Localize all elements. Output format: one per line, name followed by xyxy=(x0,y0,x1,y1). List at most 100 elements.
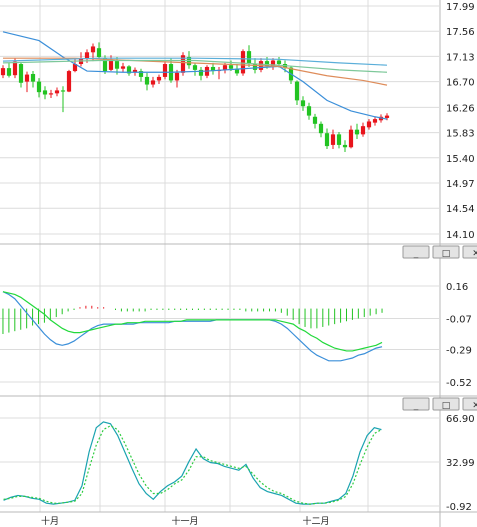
candle xyxy=(324,128,330,150)
y-tick-price-0: 17.99 xyxy=(446,2,475,13)
candle xyxy=(318,121,324,138)
stock-chart: 17.99 17.56 17.13 16.70 16.26 15.83 15.40 14.97… xyxy=(0,0,477,527)
candle xyxy=(306,102,312,120)
candle xyxy=(198,66,204,81)
candle-body xyxy=(312,116,318,124)
close-icon: ✕ xyxy=(472,249,477,259)
candle xyxy=(18,62,24,88)
candle-body xyxy=(366,121,372,128)
kd-panel xyxy=(3,421,382,505)
candle xyxy=(144,72,150,91)
x-tick-label-2: 十二月 xyxy=(302,515,329,527)
candle-body xyxy=(294,81,300,101)
panel0-maximize-button[interactable]: □ xyxy=(432,245,460,259)
candle xyxy=(150,76,156,88)
candle-body xyxy=(114,61,120,69)
close-icon: ✕ xyxy=(472,401,477,411)
candle xyxy=(66,69,72,93)
candle-body xyxy=(6,68,12,76)
candle-body xyxy=(372,119,378,123)
y-tick-price-4: 16.26 xyxy=(446,103,475,114)
candle-body xyxy=(384,115,390,118)
candle-body xyxy=(54,90,60,94)
candle-body xyxy=(240,51,246,74)
candle xyxy=(234,64,240,76)
candle xyxy=(216,66,222,80)
axis-labels: 17.99 17.56 17.13 16.70 16.26 15.83 15.40 14.97… xyxy=(41,2,475,527)
candle-body xyxy=(306,106,312,116)
candle-body xyxy=(330,134,336,145)
candle xyxy=(54,87,60,97)
candle xyxy=(270,58,276,70)
candle-body xyxy=(228,65,234,69)
candle-body xyxy=(174,72,180,81)
panel1-close-button[interactable]: ✕ xyxy=(462,397,477,411)
y-tick-price-8: 14.54 xyxy=(446,204,475,215)
candle xyxy=(0,65,6,79)
y-tick-kd-1: 32.99 xyxy=(446,458,475,469)
candle-body xyxy=(336,134,342,145)
candle-body xyxy=(48,93,54,95)
candle xyxy=(300,96,306,111)
candle xyxy=(162,61,168,80)
candle-body xyxy=(162,64,168,77)
y-tick-kd-0: 66.90 xyxy=(446,414,475,425)
y-tick-price-1: 17.56 xyxy=(446,27,475,38)
candle-body xyxy=(42,90,48,95)
candle xyxy=(294,80,300,106)
candle-body xyxy=(144,76,150,85)
y-tick-macd-2: -0.29 xyxy=(446,346,472,357)
y-tick-price-7: 14.97 xyxy=(446,179,475,190)
y-tick-price-3: 16.70 xyxy=(446,78,475,89)
chart-grid xyxy=(0,0,477,527)
panel0-close-button[interactable]: ✕ xyxy=(462,245,477,259)
x-tick-label-1: 十一月 xyxy=(171,515,198,527)
y-tick-price-9: 14.10 xyxy=(446,230,475,241)
candle-body xyxy=(0,68,6,76)
panel1-maximize-button[interactable]: □ xyxy=(432,397,460,411)
candle-body xyxy=(192,65,198,70)
candle xyxy=(210,62,216,75)
candle-body xyxy=(156,76,162,81)
y-tick-macd-3: -0.52 xyxy=(446,378,472,389)
candle-body xyxy=(36,81,42,93)
candle xyxy=(60,86,66,113)
candle xyxy=(30,71,36,88)
candle-body xyxy=(276,60,282,65)
candle-body xyxy=(150,80,156,85)
candle-body xyxy=(246,51,252,65)
candle-body xyxy=(18,64,24,83)
candle xyxy=(360,122,366,137)
candle xyxy=(6,62,12,78)
macd-panel xyxy=(2,291,383,362)
candle-body xyxy=(66,71,72,92)
candle xyxy=(42,86,48,100)
candle xyxy=(354,123,360,140)
candle-body xyxy=(348,129,354,148)
candle-body xyxy=(300,100,306,107)
panel1-minimize-button[interactable]: _ xyxy=(402,397,430,411)
y-tick-macd-0: 0.16 xyxy=(446,282,468,293)
x-tick-label-0: 十月 xyxy=(41,515,59,527)
candle-body xyxy=(24,74,30,82)
candle xyxy=(138,68,144,82)
y-tick-macd-1: -0.07 xyxy=(446,314,472,325)
candle xyxy=(48,89,54,99)
candle-body xyxy=(324,133,330,147)
maximize-icon: □ xyxy=(442,401,451,411)
y-tick-price-6: 15.40 xyxy=(446,154,475,165)
candle-body xyxy=(318,123,324,134)
candle-body xyxy=(120,66,126,69)
y-tick-price-5: 15.83 xyxy=(446,129,475,140)
candle xyxy=(336,132,342,149)
panel0-minimize-button[interactable]: _ xyxy=(402,245,430,259)
y-tick-kd-2: -0.92 xyxy=(446,502,472,513)
candle-body xyxy=(342,144,348,148)
candle-body xyxy=(12,61,18,76)
price-panel xyxy=(0,31,390,152)
candle-body xyxy=(60,90,66,92)
candle-body xyxy=(96,48,102,57)
candle-body xyxy=(30,73,36,82)
candle xyxy=(192,62,198,76)
kd-line-d xyxy=(3,425,382,505)
